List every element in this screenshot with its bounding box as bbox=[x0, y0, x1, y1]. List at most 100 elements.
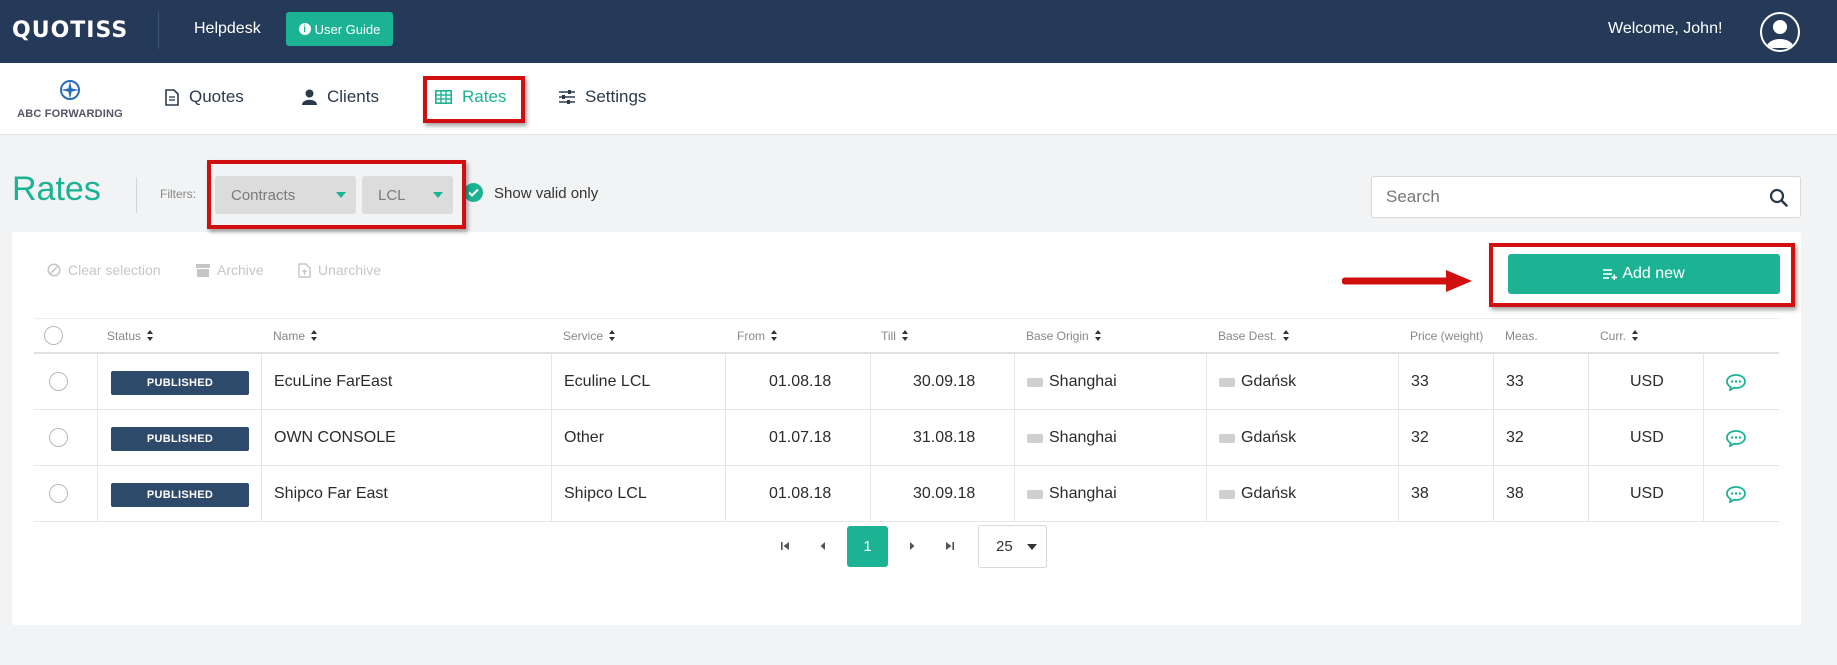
page-size-select[interactable]: 25 bbox=[978, 525, 1047, 568]
first-page-button[interactable] bbox=[766, 526, 804, 566]
prev-page-button[interactable] bbox=[804, 526, 842, 566]
user-avatar-icon[interactable] bbox=[1760, 12, 1800, 52]
cell-price: 32 bbox=[1411, 429, 1429, 446]
company-name: ABC FORWARDING bbox=[17, 108, 123, 120]
search-box bbox=[1371, 176, 1801, 218]
nav-quotes-label: Quotes bbox=[189, 87, 244, 106]
row-select-radio[interactable] bbox=[49, 428, 68, 447]
compass-icon bbox=[60, 80, 80, 100]
nav-settings[interactable]: Settings bbox=[559, 87, 646, 107]
table-row[interactable]: PUBLISHED EcuLine FarEast Eculine LCL 01… bbox=[34, 354, 1779, 410]
clear-selection-button[interactable]: Clear selection bbox=[47, 262, 161, 278]
port-icon bbox=[1027, 377, 1043, 387]
search-input[interactable] bbox=[1372, 177, 1752, 217]
document-icon bbox=[165, 88, 179, 106]
next-page-icon bbox=[910, 542, 915, 550]
show-valid-label[interactable]: Show valid only bbox=[494, 185, 598, 202]
search-icon[interactable] bbox=[1769, 188, 1788, 207]
sort-icon bbox=[1282, 330, 1290, 342]
helpdesk-link[interactable]: Helpdesk bbox=[194, 20, 261, 38]
cell-meas: 32 bbox=[1506, 429, 1524, 446]
cell-meas: 33 bbox=[1506, 373, 1524, 390]
table-header: Status Name Service From Till Base Origi… bbox=[34, 318, 1779, 354]
check-icon bbox=[468, 188, 479, 197]
cell-dest: Gdańsk bbox=[1219, 466, 1296, 522]
unarchive-label: Unarchive bbox=[318, 262, 382, 278]
column-header-till[interactable]: Till bbox=[881, 329, 909, 343]
cell-name: Shipco Far East bbox=[274, 485, 388, 502]
comment-icon[interactable] bbox=[1726, 466, 1746, 522]
divider bbox=[136, 177, 137, 213]
ban-icon bbox=[47, 263, 61, 277]
info-icon: i bbox=[298, 23, 311, 35]
cell-price: 38 bbox=[1411, 485, 1429, 502]
company-logo: ABC FORWARDING bbox=[12, 79, 128, 120]
column-header-base-origin[interactable]: Base Origin bbox=[1026, 329, 1102, 343]
cell-from: 01.07.18 bbox=[769, 429, 832, 446]
sort-icon bbox=[311, 330, 318, 342]
comment-icon[interactable] bbox=[1726, 410, 1746, 466]
annotation-highlight-rates bbox=[423, 76, 525, 123]
column-header-curr[interactable]: Curr. bbox=[1600, 329, 1639, 343]
app-logo[interactable]: QUOTISS bbox=[12, 18, 128, 43]
prev-page-icon bbox=[820, 542, 825, 550]
archive-button[interactable]: Archive bbox=[196, 262, 264, 278]
cell-from: 01.08.18 bbox=[769, 485, 832, 502]
cell-till: 30.09.18 bbox=[913, 373, 976, 390]
nav-settings-label: Settings bbox=[585, 87, 647, 106]
cell-origin: Shanghai bbox=[1027, 410, 1117, 466]
port-icon bbox=[1027, 489, 1043, 499]
top-bar: QUOTISS Helpdesk i User Guide Welcome, J… bbox=[0, 0, 1837, 63]
port-icon bbox=[1219, 433, 1235, 443]
cell-service: Shipco LCL bbox=[564, 485, 647, 502]
sort-icon bbox=[1094, 330, 1102, 342]
cell-curr: USD bbox=[1630, 373, 1664, 390]
column-header-base-dest[interactable]: Base Dest. bbox=[1218, 329, 1290, 343]
chevron-down-icon bbox=[1027, 544, 1037, 550]
unarchive-button[interactable]: Unarchive bbox=[298, 262, 381, 278]
column-header-service[interactable]: Service bbox=[563, 329, 616, 343]
show-valid-checkbox[interactable] bbox=[464, 183, 483, 202]
sort-icon bbox=[147, 330, 154, 342]
nav-quotes[interactable]: Quotes bbox=[165, 87, 244, 107]
nav-clients-label: Clients bbox=[327, 87, 379, 106]
page-1-button[interactable]: 1 bbox=[847, 526, 888, 567]
column-header-name[interactable]: Name bbox=[273, 329, 318, 343]
cell-price: 33 bbox=[1411, 373, 1429, 390]
port-icon bbox=[1219, 377, 1235, 387]
select-all-radio[interactable] bbox=[44, 326, 63, 345]
user-guide-button[interactable]: i User Guide bbox=[286, 12, 393, 46]
cell-service: Eculine LCL bbox=[564, 373, 651, 390]
annotation-highlight-filters bbox=[207, 160, 466, 229]
annotation-highlight-add-new bbox=[1489, 243, 1795, 307]
last-page-button[interactable] bbox=[931, 526, 969, 566]
next-page-button[interactable] bbox=[893, 526, 931, 566]
cell-curr: USD bbox=[1630, 485, 1664, 502]
row-select-radio[interactable] bbox=[49, 484, 68, 503]
column-header-status[interactable]: Status bbox=[107, 329, 154, 343]
port-icon bbox=[1027, 433, 1043, 443]
cell-dest: Gdańsk bbox=[1219, 354, 1296, 410]
divider bbox=[158, 12, 159, 49]
table-row[interactable]: PUBLISHED OWN CONSOLE Other 01.07.18 31.… bbox=[34, 410, 1779, 466]
comment-icon[interactable] bbox=[1726, 354, 1746, 410]
cell-till: 31.08.18 bbox=[913, 429, 976, 446]
nav-clients[interactable]: Clients bbox=[302, 87, 379, 107]
table-row[interactable]: PUBLISHED Shipco Far East Shipco LCL 01.… bbox=[34, 466, 1779, 522]
row-select-radio[interactable] bbox=[49, 372, 68, 391]
status-badge: PUBLISHED bbox=[111, 483, 249, 507]
sort-icon bbox=[771, 330, 778, 342]
user-icon bbox=[302, 89, 317, 105]
cell-name: OWN CONSOLE bbox=[274, 429, 396, 446]
user-guide-label: User Guide bbox=[314, 21, 381, 37]
port-icon bbox=[1219, 489, 1235, 499]
page-size-value: 25 bbox=[996, 538, 1013, 555]
cell-origin: Shanghai bbox=[1027, 354, 1117, 410]
main-nav: ABC FORWARDING Quotes Clients Rates Sett… bbox=[0, 63, 1837, 135]
column-header-from[interactable]: From bbox=[737, 329, 778, 343]
archive-label: Archive bbox=[217, 262, 264, 278]
welcome-text: Welcome, John! bbox=[1608, 20, 1723, 37]
sort-icon bbox=[1632, 330, 1639, 342]
status-badge: PUBLISHED bbox=[111, 427, 249, 451]
column-header-meas: Meas. bbox=[1505, 329, 1538, 343]
